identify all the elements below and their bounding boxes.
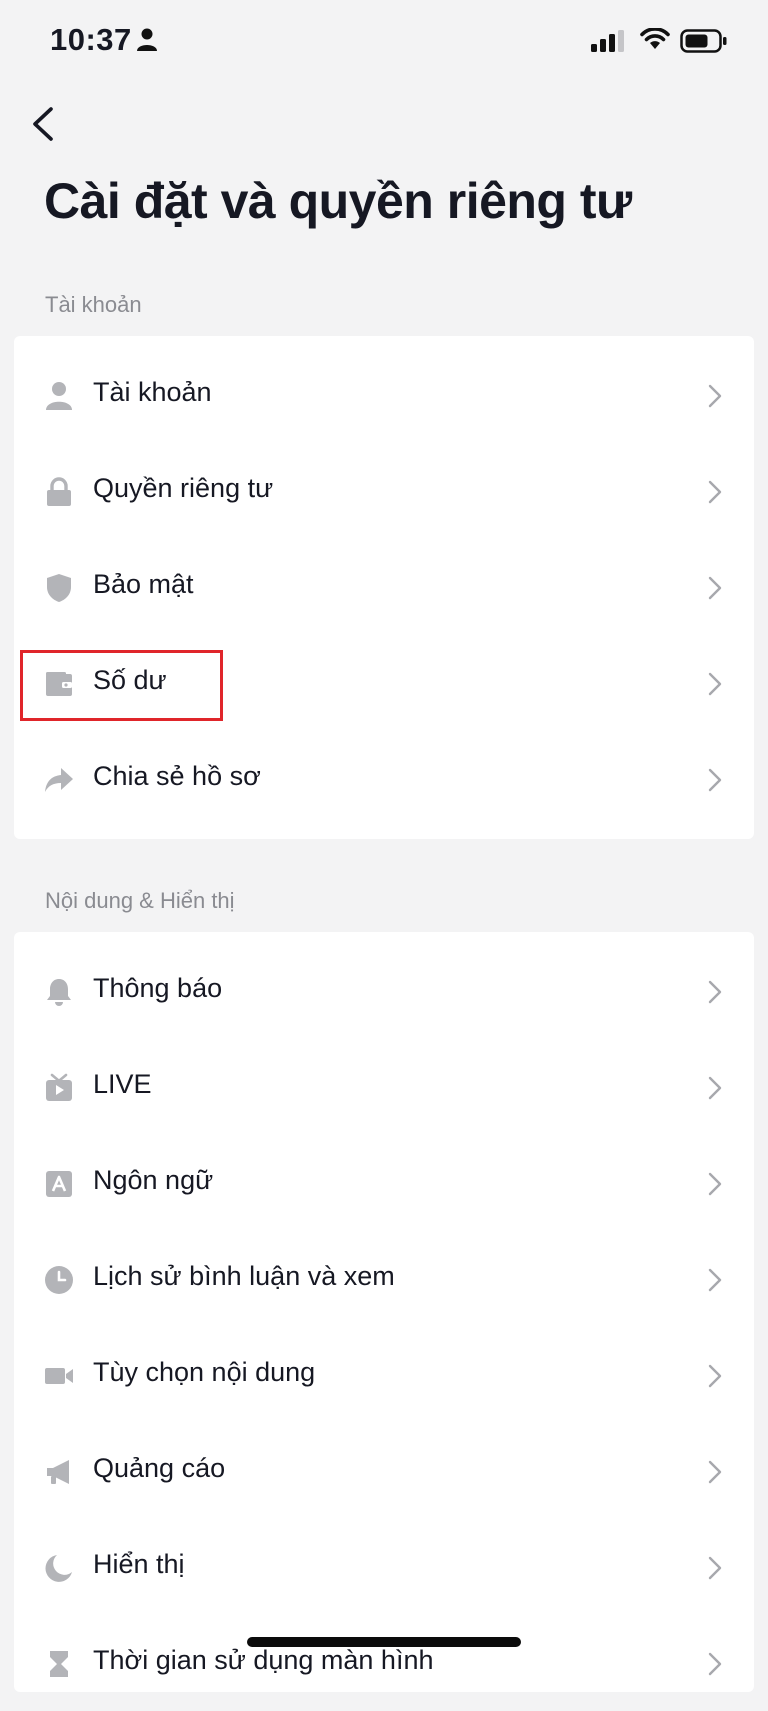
settings-item-history[interactable]: Lịch sử bình luận và xem [14, 1231, 754, 1327]
settings-item-label: Tùy chọn nội dung [93, 1357, 316, 1387]
person-icon [137, 28, 157, 51]
settings-item-label: Quyền riêng tư [93, 473, 274, 503]
settings-item-label: Thời gian sử dụng màn hình [93, 1645, 434, 1675]
account-settings-card: Tài khoản Quyền riêng tư Bảo mật Số dư C [14, 336, 754, 839]
chevron-right-icon [708, 1460, 722, 1484]
settings-item-display[interactable]: Hiển thị [14, 1519, 754, 1615]
signal-icon [591, 30, 624, 52]
settings-item-label: Lịch sử bình luận và xem [93, 1261, 395, 1291]
chevron-right-icon [708, 1172, 722, 1196]
back-button[interactable] [28, 102, 68, 146]
battery-icon [680, 29, 727, 53]
chevron-right-icon [708, 1556, 722, 1580]
settings-item-live[interactable]: LIVE [14, 1039, 754, 1135]
hourglass-icon [50, 1651, 68, 1677]
settings-item-label: Tài khoản [93, 377, 212, 407]
chevron-left-icon [33, 107, 53, 141]
chevron-right-icon [708, 672, 722, 696]
live-tv-icon [46, 1073, 72, 1101]
settings-item-language[interactable]: Ngôn ngữ [14, 1135, 754, 1231]
chevron-right-icon [708, 768, 722, 792]
settings-item-screen-time[interactable]: Thời gian sử dụng màn hình [14, 1615, 754, 1711]
section-label-account: Tài khoản [45, 292, 142, 317]
settings-item-security[interactable]: Bảo mật [14, 539, 754, 635]
section-label-content-display: Nội dung & Hiển thị [45, 888, 235, 913]
clock-icon [45, 1266, 73, 1294]
settings-item-label: Chia sẻ hồ sơ [93, 761, 261, 791]
settings-item-label: LIVE [93, 1069, 152, 1099]
settings-item-ads[interactable]: Quảng cáo [14, 1423, 754, 1519]
settings-item-share-profile[interactable]: Chia sẻ hồ sơ [14, 731, 754, 827]
chevron-right-icon [708, 1268, 722, 1292]
status-time: 10:37 [50, 22, 132, 57]
settings-item-label: Thông báo [93, 973, 223, 1003]
status-bar: 10:37 [0, 0, 768, 86]
settings-item-label: Ngôn ngữ [93, 1165, 214, 1195]
settings-item-label: Hiển thị [93, 1549, 185, 1579]
share-icon [45, 768, 73, 792]
highlight-box [20, 650, 223, 721]
settings-item-label: Quảng cáo [93, 1453, 226, 1483]
page-title: Cài đặt và quyền riêng tư [44, 173, 632, 229]
chevron-right-icon [708, 480, 722, 504]
settings-item-account[interactable]: Tài khoản [14, 347, 754, 443]
chevron-right-icon [708, 576, 722, 600]
lock-icon [47, 477, 71, 506]
megaphone-icon [47, 1460, 69, 1484]
wifi-icon [640, 28, 670, 49]
chevron-right-icon [708, 384, 722, 408]
moon-icon [45, 1555, 72, 1582]
settings-item-privacy[interactable]: Quyền riêng tư [14, 443, 754, 539]
video-camera-icon [45, 1368, 73, 1384]
person-icon [46, 382, 72, 410]
content-display-card: Thông báo LIVE Ngôn ngữ Lịch sử bình luậ… [14, 932, 754, 1692]
settings-item-content-preferences[interactable]: Tùy chọn nội dung [14, 1327, 754, 1423]
chevron-right-icon [708, 980, 722, 1004]
language-icon [46, 1171, 72, 1197]
chevron-right-icon [708, 1652, 722, 1676]
settings-item-label: Bảo mật [93, 569, 194, 599]
bell-icon [47, 979, 71, 1006]
settings-item-notifications[interactable]: Thông báo [14, 943, 754, 1039]
chevron-right-icon [708, 1364, 722, 1388]
shield-icon [47, 574, 71, 602]
chevron-right-icon [708, 1076, 722, 1100]
home-indicator [247, 1637, 521, 1647]
